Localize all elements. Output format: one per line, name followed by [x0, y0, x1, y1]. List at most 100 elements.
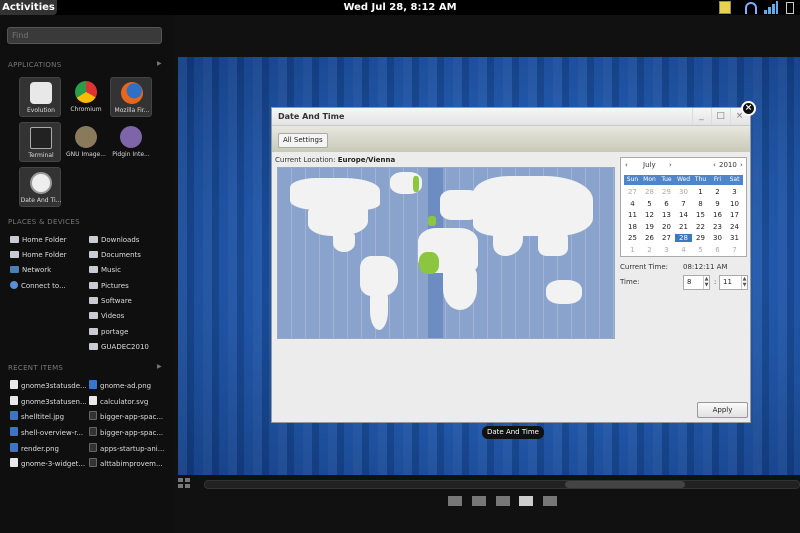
- calendar-day[interactable]: 19: [641, 223, 658, 231]
- recent-item[interactable]: shelltitel.jpg: [10, 411, 64, 423]
- calendar-day[interactable]: 9: [709, 200, 726, 208]
- calendar-day[interactable]: 12: [641, 211, 658, 219]
- calendar-day[interactable]: 26: [641, 234, 658, 242]
- calendar-day[interactable]: 30: [709, 234, 726, 242]
- calendar-day[interactable]: 11: [624, 211, 641, 219]
- place-documents[interactable]: Documents: [89, 249, 141, 261]
- calendar-day[interactable]: 7: [675, 200, 692, 208]
- app-date-and-time[interactable]: Date And Ti...: [19, 167, 61, 207]
- calendar-day[interactable]: 31: [726, 234, 743, 242]
- spinner-arrows-icon[interactable]: ▲ ▼: [703, 276, 709, 289]
- calendar-day[interactable]: 10: [726, 200, 743, 208]
- calendar-day[interactable]: 25: [624, 234, 641, 242]
- workspace-thumbnail[interactable]: [472, 496, 486, 506]
- calendar-day[interactable]: 16: [709, 211, 726, 219]
- workspace-thumbnail[interactable]: [543, 496, 557, 506]
- place-portage[interactable]: portage: [89, 326, 128, 338]
- recent-item[interactable]: gnome-3-widget...: [10, 458, 85, 470]
- calendar-day[interactable]: 17: [726, 211, 743, 219]
- network-icon[interactable]: [745, 2, 757, 14]
- all-settings-button[interactable]: All Settings: [278, 133, 328, 148]
- calendar-day[interactable]: 2: [709, 188, 726, 196]
- calendar-day[interactable]: 27: [658, 234, 675, 242]
- clock[interactable]: Wed Jul 28, 8:12 AM: [0, 0, 800, 15]
- calendar-day[interactable]: 8: [692, 200, 709, 208]
- calendar-day[interactable]: 14: [675, 211, 692, 219]
- app-terminal[interactable]: Terminal: [19, 122, 61, 162]
- applications-expand-icon[interactable]: ▶: [157, 60, 162, 67]
- calendar-day[interactable]: 4: [624, 200, 641, 208]
- calendar-day[interactable]: 13: [658, 211, 675, 219]
- calendar-day[interactable]: 29: [692, 234, 709, 242]
- calendar-day[interactable]: 6: [709, 246, 726, 254]
- workspace-thumbnail[interactable]: [496, 496, 510, 506]
- calendar-day[interactable]: 23: [709, 223, 726, 231]
- calendar[interactable]: ‹ July › ‹ 2010 › Sun Mon Tue Wed Thu Fri Sat 2…: [620, 157, 747, 257]
- calendar-day[interactable]: 27: [624, 188, 641, 196]
- calendar-day[interactable]: 3: [726, 188, 743, 196]
- place-downloads[interactable]: Downloads: [89, 234, 139, 246]
- maximize-icon[interactable]: □: [711, 108, 729, 125]
- calendar-day[interactable]: 4: [675, 246, 692, 254]
- calendar-day[interactable]: 5: [641, 200, 658, 208]
- grid-view-icon[interactable]: [178, 478, 191, 489]
- recent-item[interactable]: bigger-app-spac...: [89, 427, 163, 439]
- calendar-day[interactable]: 6: [658, 200, 675, 208]
- prev-year-button[interactable]: ‹: [713, 161, 716, 169]
- calendar-day[interactable]: 18: [624, 223, 641, 231]
- calendar-day[interactable]: 5: [692, 246, 709, 254]
- place-connect-to[interactable]: Connect to...: [10, 280, 66, 292]
- workspace-thumbnail-active[interactable]: [519, 496, 533, 506]
- recent-item[interactable]: render.png: [10, 443, 59, 455]
- place-pictures[interactable]: Pictures: [89, 280, 129, 292]
- app-evolution[interactable]: Evolution: [19, 77, 61, 117]
- calendar-day[interactable]: 29: [658, 188, 675, 196]
- window-titlebar[interactable]: Date And Time _ □ ×: [272, 108, 750, 126]
- spinner-arrows-icon[interactable]: ▲ ▼: [741, 276, 747, 289]
- apply-button[interactable]: Apply: [697, 402, 748, 418]
- place-home-folder-2[interactable]: Home Folder: [10, 249, 67, 261]
- calendar-day[interactable]: 20: [658, 223, 675, 231]
- calendar-day[interactable]: 22: [692, 223, 709, 231]
- next-month-button[interactable]: ›: [669, 161, 672, 169]
- recent-item[interactable]: bigger-app-spac...: [89, 411, 163, 423]
- minute-spinner[interactable]: 11 ▲ ▼: [719, 275, 748, 290]
- recent-item[interactable]: gnome3statusen...: [10, 396, 87, 408]
- place-home-folder[interactable]: Home Folder: [10, 234, 67, 246]
- calendar-day[interactable]: 3: [658, 246, 675, 254]
- battery-icon[interactable]: [786, 2, 794, 14]
- calendar-day[interactable]: 7: [726, 246, 743, 254]
- recent-item[interactable]: gnome3statusde...: [10, 380, 87, 392]
- recent-expand-icon[interactable]: ▶: [157, 363, 162, 370]
- app-gimp[interactable]: GNU Image...: [65, 122, 107, 162]
- workspace-thumbnail[interactable]: [448, 496, 462, 506]
- calendar-day-selected[interactable]: 28: [675, 234, 692, 242]
- search-input[interactable]: [7, 27, 162, 44]
- recent-item[interactable]: calculator.svg: [89, 396, 148, 408]
- calendar-day[interactable]: 1: [692, 188, 709, 196]
- scrollbar-thumb[interactable]: [565, 481, 685, 488]
- calendar-day[interactable]: 1: [624, 246, 641, 254]
- prev-month-button[interactable]: ‹: [625, 161, 628, 169]
- place-network[interactable]: Network: [10, 264, 51, 276]
- app-chromium[interactable]: Chromium: [65, 77, 107, 117]
- place-music[interactable]: Music: [89, 264, 121, 276]
- recent-item[interactable]: alttabimprovem...: [89, 458, 163, 470]
- recent-item[interactable]: apps-startup-ani...: [89, 443, 164, 455]
- place-guadec2010[interactable]: GUADEC2010: [89, 341, 149, 353]
- calendar-day[interactable]: 30: [675, 188, 692, 196]
- calendar-day[interactable]: 21: [675, 223, 692, 231]
- app-firefox[interactable]: Mozilla Fir...: [110, 77, 152, 117]
- minimize-icon[interactable]: _: [692, 108, 710, 125]
- calendar-day[interactable]: 28: [641, 188, 658, 196]
- recent-item[interactable]: shell-overview-r...: [10, 427, 83, 439]
- hour-spinner[interactable]: 8 ▲ ▼: [683, 275, 710, 290]
- place-software[interactable]: Software: [89, 295, 132, 307]
- next-year-button[interactable]: ›: [740, 161, 743, 169]
- signal-icon[interactable]: [764, 1, 778, 14]
- close-window-icon[interactable]: ×: [741, 101, 756, 116]
- app-pidgin[interactable]: Pidgin Inte...: [110, 122, 152, 162]
- place-videos[interactable]: Videos: [89, 310, 124, 322]
- calendar-day[interactable]: 2: [641, 246, 658, 254]
- calendar-day[interactable]: 24: [726, 223, 743, 231]
